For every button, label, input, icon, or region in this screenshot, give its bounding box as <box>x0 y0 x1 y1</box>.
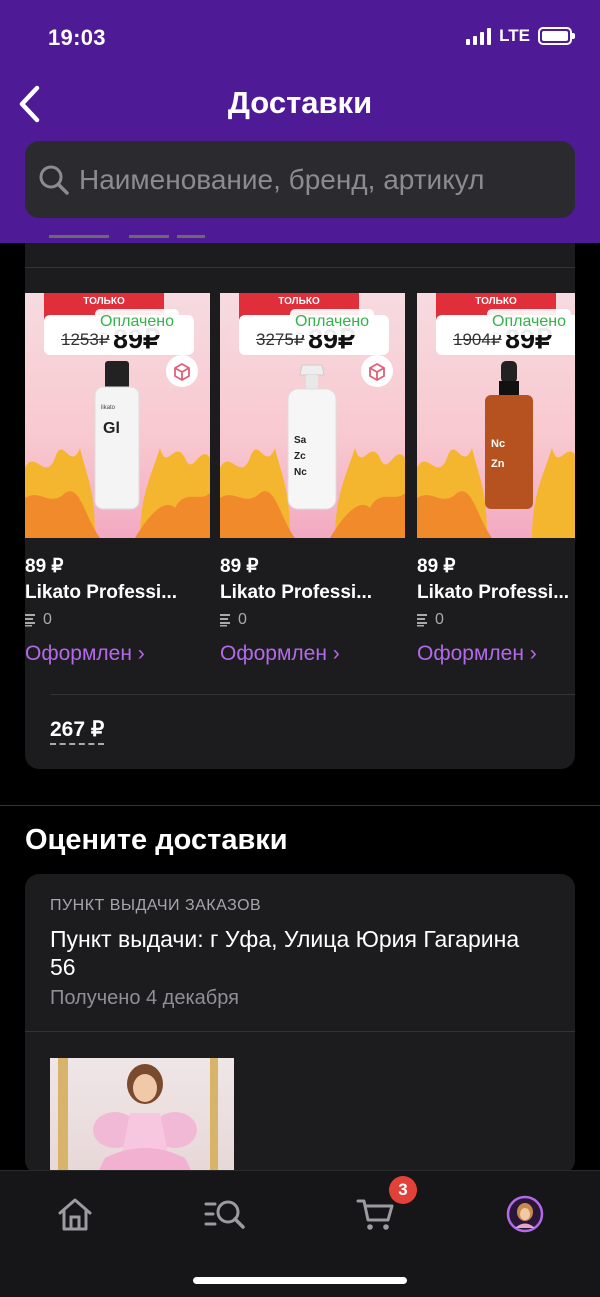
paid-badge: Оплачено <box>487 309 571 335</box>
product-card[interactable]: ТОЛЬКО 1253₽ 89₽ Оплачено Gl likato 89 ₽… <box>25 293 210 665</box>
rate-section-title: Оцените доставки <box>25 824 288 856</box>
order-status-link[interactable]: Оформлен › <box>417 642 537 666</box>
search-icon <box>39 165 69 195</box>
list-icon <box>220 614 230 627</box>
svg-text:Sa: Sa <box>294 435 307 446</box>
return-box-button[interactable] <box>361 355 393 387</box>
girl-dress-image <box>58 1058 218 1174</box>
svg-text:Nc: Nc <box>491 438 505 450</box>
product-price: 89 ₽ <box>25 556 64 577</box>
order-card: ТОЛЬКО 1253₽ 89₽ Оплачено Gl likato 89 ₽… <box>25 235 575 769</box>
product-price: 89 ₽ <box>220 556 259 577</box>
product-name[interactable]: Likato Professi... <box>25 582 210 604</box>
cart-count-badge: 3 <box>389 1176 417 1204</box>
product-card[interactable]: ТОЛЬКО 3275₽ 89₽ Оплачено Sa Zc Nc 89 ₽ … <box>220 293 405 665</box>
list-icon <box>25 614 35 627</box>
order-status-link[interactable]: Оформлен › <box>220 642 340 666</box>
divider <box>25 267 575 268</box>
pickup-point-kicker: ПУНКТ ВЫДАЧИ ЗАКАЗОВ <box>50 897 262 914</box>
profile-avatar-icon <box>506 1195 544 1233</box>
divider <box>25 1031 575 1032</box>
status-indicators: LTE <box>466 26 575 46</box>
paid-badge: Оплачено <box>290 309 374 335</box>
svg-text:Zn: Zn <box>491 458 505 470</box>
catalog-search-icon <box>204 1200 245 1229</box>
product-bottle-image: Sa Zc Nc <box>287 364 337 510</box>
delivered-item-photo[interactable] <box>50 1058 234 1174</box>
section-divider <box>0 805 600 806</box>
search-bar[interactable] <box>25 141 575 218</box>
product-name[interactable]: Likato Professi... <box>220 582 405 604</box>
pickup-point-address: Пункт выдачи: г Уфа, Улица Юрия Гагарина… <box>50 926 520 980</box>
product-quantity: 0 <box>25 611 52 629</box>
app-header: 19:03 LTE Доставки <box>0 0 600 243</box>
return-box-button[interactable] <box>166 355 198 387</box>
divider <box>50 694 575 695</box>
home-indicator <box>193 1277 407 1284</box>
product-bottle-image: Nc Zn <box>485 361 533 509</box>
quantity-value: 0 <box>43 611 52 628</box>
svg-text:Nc: Nc <box>294 467 307 478</box>
product-price: 89 ₽ <box>417 556 456 577</box>
svg-text:Gl: Gl <box>103 420 120 437</box>
signal-icon <box>466 27 492 45</box>
quantity-value: 0 <box>238 611 247 628</box>
quantity-value: 0 <box>435 611 444 628</box>
svg-text:likato: likato <box>101 405 116 411</box>
paid-badge: Оплачено <box>95 309 179 335</box>
network-type: LTE <box>499 26 530 45</box>
cart-icon <box>356 1199 394 1230</box>
product-bottle-image: Gl likato <box>94 361 140 510</box>
delivery-rate-card[interactable]: ПУНКТ ВЫДАЧИ ЗАКАЗОВ Пункт выдачи: г Уфа… <box>25 874 575 1174</box>
battery-icon <box>538 27 575 45</box>
product-quantity: 0 <box>220 611 247 629</box>
received-date: Получено 4 декабря <box>50 987 239 1009</box>
product-image[interactable]: ТОЛЬКО 1253₽ 89₽ Оплачено Gl likato <box>25 293 210 538</box>
product-name[interactable]: Likato Professi... <box>417 582 575 604</box>
order-total[interactable]: 267 ₽ <box>50 717 105 745</box>
svg-text:Zc: Zc <box>294 451 306 462</box>
product-image[interactable]: ТОЛЬКО 1904₽ 89₽ Оплачено Nc Zn <box>417 293 575 538</box>
tab-catalog[interactable] <box>200 1189 250 1239</box>
order-status-link[interactable]: Оформлен › <box>25 642 145 666</box>
page-title: Доставки <box>227 85 373 120</box>
box-arrow-icon <box>369 362 385 381</box>
box-arrow-icon <box>174 362 190 381</box>
list-icon <box>417 614 427 627</box>
product-image[interactable]: ТОЛЬКО 3275₽ 89₽ Оплачено Sa Zc Nc <box>220 293 405 538</box>
product-card[interactable]: ТОЛЬКО 1904₽ 89₽ Оплачено Nc Zn 89 ₽ Lik… <box>417 293 575 693</box>
product-quantity: 0 <box>417 611 444 629</box>
status-time: 19:03 <box>48 25 106 50</box>
home-icon <box>58 1198 92 1231</box>
tab-home[interactable] <box>50 1189 100 1239</box>
tab-profile[interactable] <box>500 1189 550 1239</box>
clipped-text <box>49 235 205 238</box>
search-input[interactable] <box>79 163 559 196</box>
